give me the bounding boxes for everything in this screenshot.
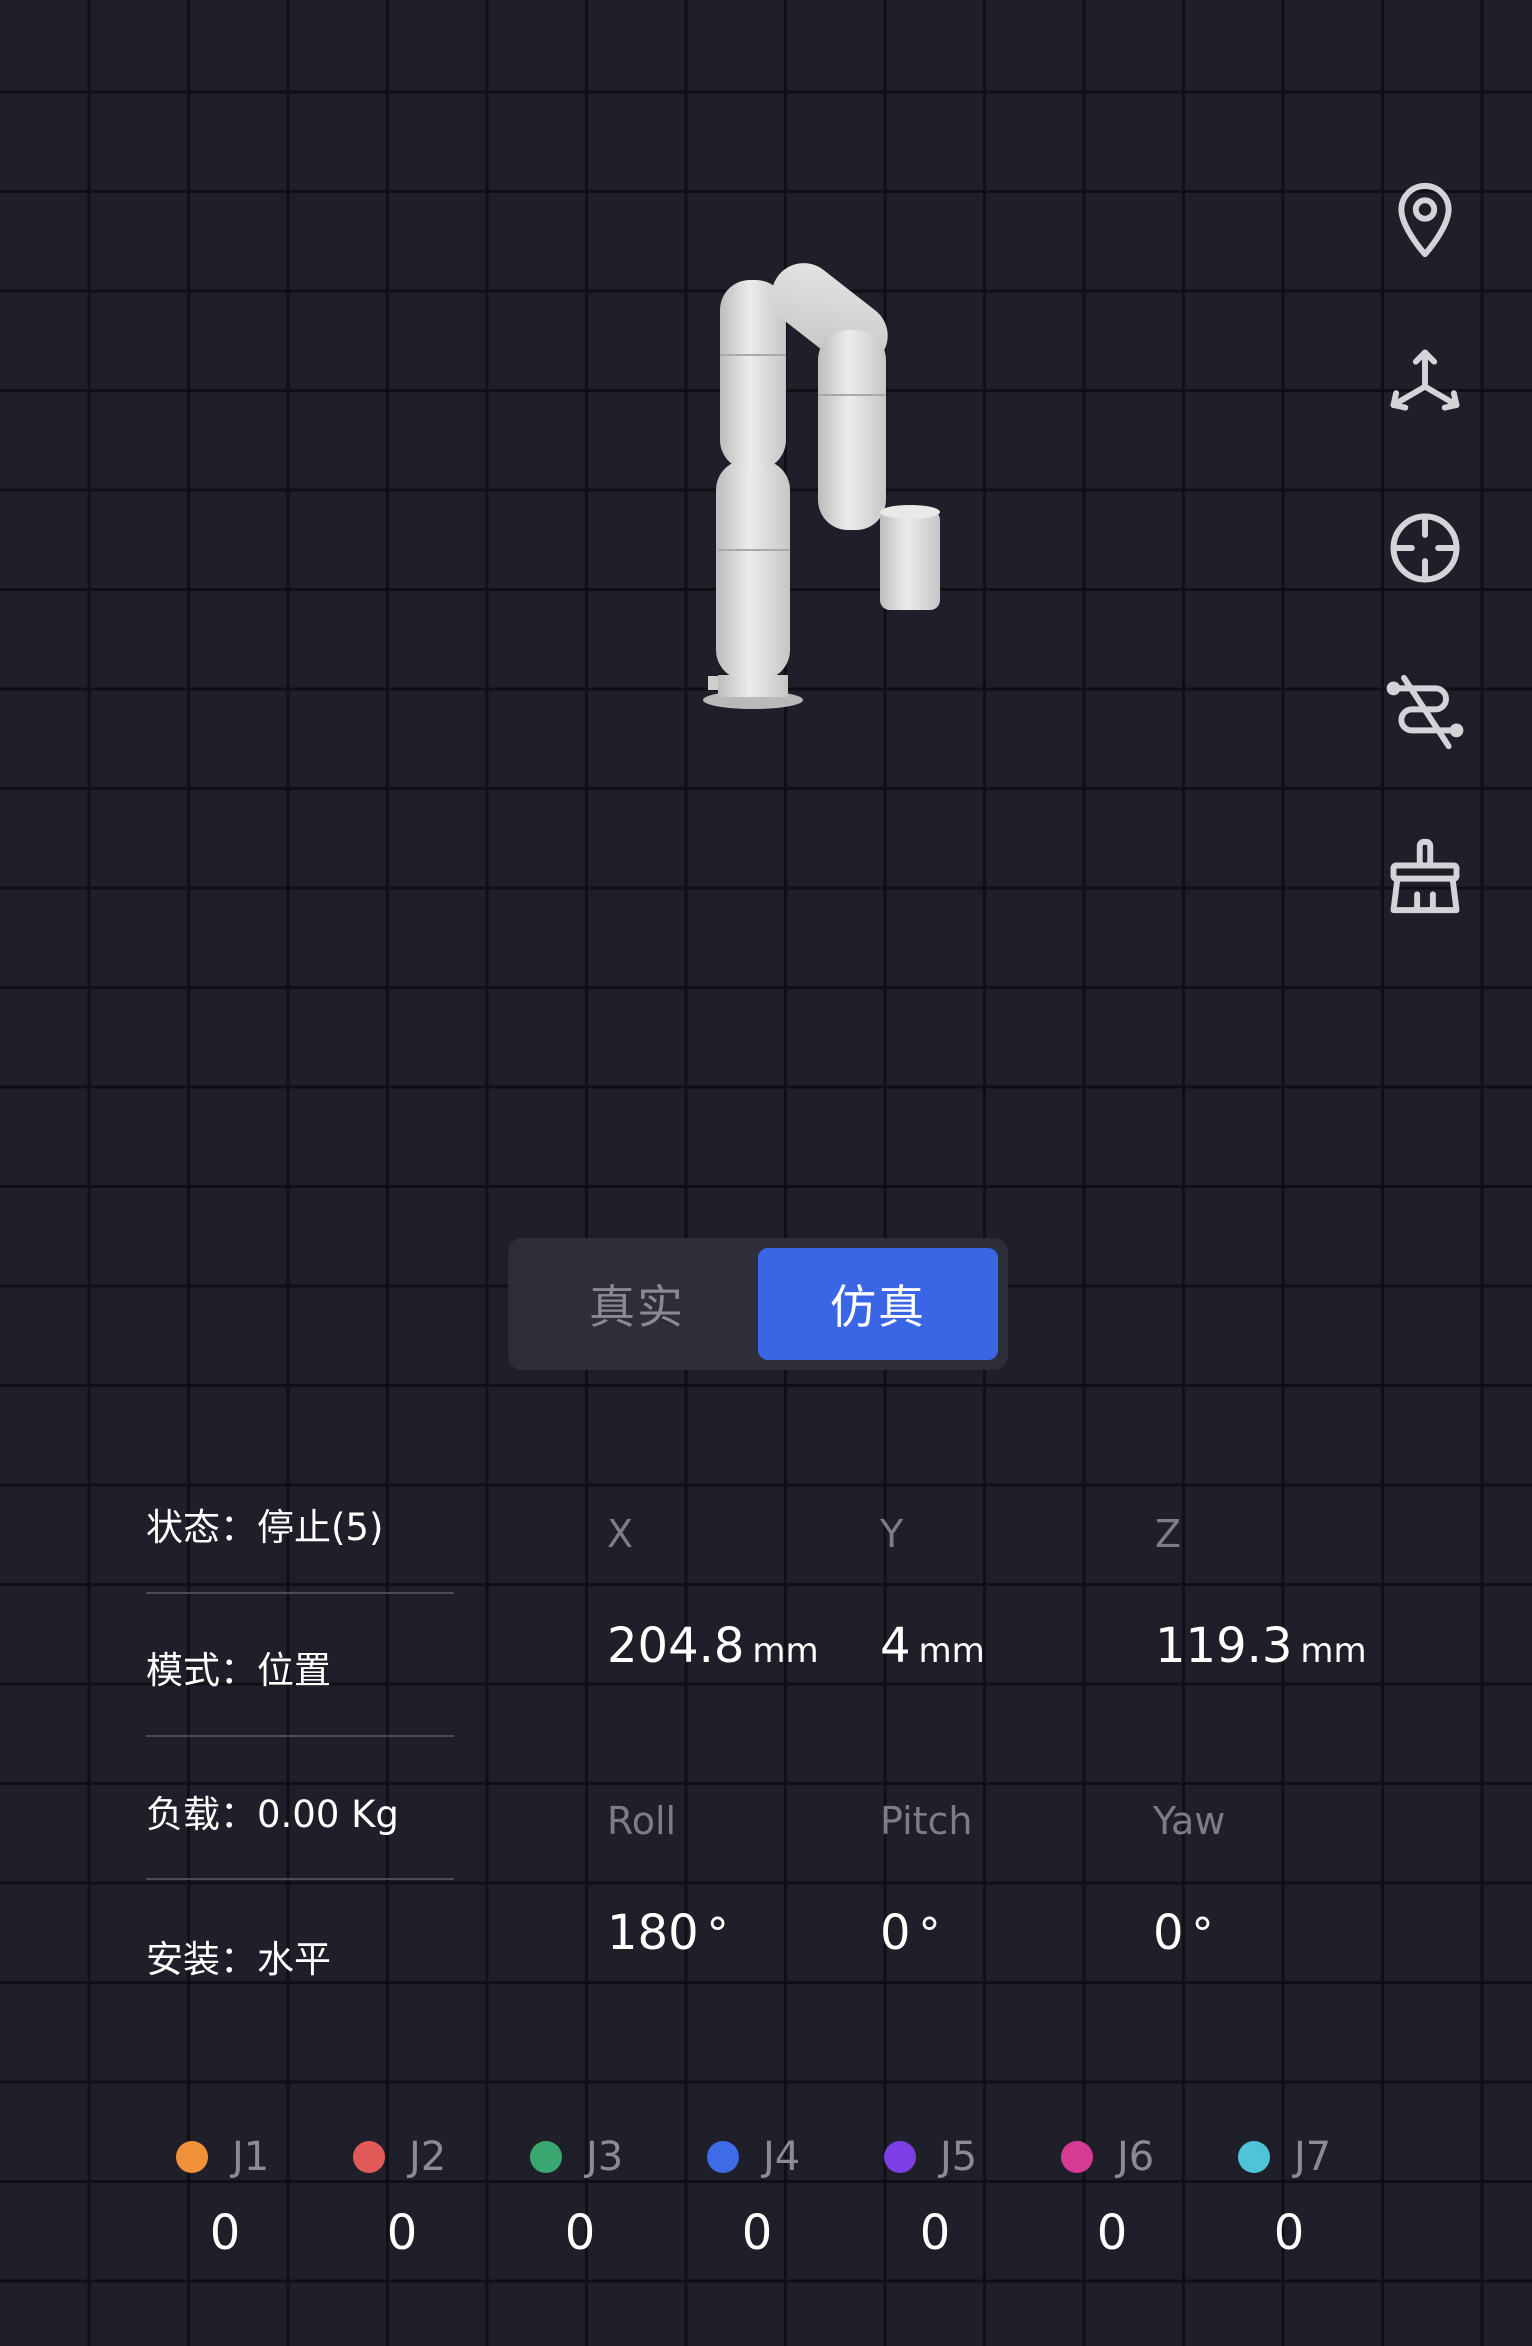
joint-name: J2	[409, 2134, 447, 2180]
roll-value: 180 °	[607, 1905, 729, 1961]
z-value: 119.3 mm	[1155, 1618, 1367, 1674]
pitch-label: Pitch	[880, 1799, 973, 1843]
joint-label-j7: J7	[1238, 2134, 1331, 2180]
roll-unit: °	[706, 1909, 729, 1960]
joint-value-j4: 0	[741, 2205, 773, 2261]
pitch-value: 0 °	[880, 1905, 941, 1961]
pitch-unit: °	[918, 1909, 941, 1960]
joint-value-j3: 0	[564, 2205, 596, 2261]
joint-name: J4	[763, 2134, 801, 2180]
z-unit: mm	[1300, 1631, 1367, 1671]
yaw-unit: °	[1191, 1909, 1214, 1960]
location-pin-icon[interactable]	[1375, 170, 1475, 270]
path-disable-icon[interactable]	[1375, 662, 1475, 762]
z-number: 119.3	[1155, 1618, 1293, 1674]
y-label: Y	[880, 1512, 904, 1556]
joint-value-j1: 0	[209, 2205, 241, 2261]
x-number: 204.8	[607, 1618, 745, 1674]
joint-label-j2: J2	[353, 2134, 446, 2180]
joint-name: J7	[1294, 2134, 1332, 2180]
z-label: Z	[1155, 1512, 1182, 1556]
joint-color-dot	[176, 2141, 208, 2173]
x-value: 204.8 mm	[607, 1618, 819, 1674]
joint-label-j3: J3	[530, 2134, 623, 2180]
joint-name: J1	[232, 2134, 270, 2180]
joint-value-j6: 0	[1096, 2205, 1128, 2261]
joint-label-j1: J1	[176, 2134, 269, 2180]
sim-mode-button[interactable]: 仿真	[758, 1248, 998, 1360]
divider	[146, 1592, 454, 1594]
roll-number: 180	[607, 1905, 699, 1961]
brush-clear-icon[interactable]	[1375, 826, 1475, 926]
joint-label-j6: J6	[1061, 2134, 1154, 2180]
joint-color-dot	[530, 2141, 562, 2173]
joint-name: J5	[940, 2134, 978, 2180]
status-mode: 模式：位置	[146, 1649, 331, 1692]
joint-label-j4: J4	[707, 2134, 800, 2180]
pitch-number: 0	[880, 1905, 911, 1961]
x-label: X	[607, 1512, 634, 1556]
crosshair-icon[interactable]	[1375, 498, 1475, 598]
status-mount: 安装：水平	[146, 1938, 331, 1981]
status-payload: 负载：0.00 Kg	[146, 1793, 399, 1836]
y-unit: mm	[918, 1631, 985, 1671]
y-number: 4	[880, 1618, 911, 1674]
joint-value-j5: 0	[919, 2205, 951, 2261]
joint-name: J3	[586, 2134, 624, 2180]
joint-label-j5: J5	[884, 2134, 977, 2180]
yaw-number: 0	[1153, 1905, 1184, 1961]
status-state: 状态：停止(5)	[146, 1506, 384, 1549]
joint-color-dot	[353, 2141, 385, 2173]
yaw-value: 0 °	[1153, 1905, 1214, 1961]
divider	[146, 1878, 454, 1880]
real-mode-button[interactable]: 真实	[518, 1248, 756, 1360]
yaw-label: Yaw	[1153, 1799, 1226, 1843]
joint-name: J6	[1117, 2134, 1155, 2180]
joint-color-dot	[707, 2141, 739, 2173]
divider	[146, 1735, 454, 1737]
real-sim-toggle: 真实 仿真	[508, 1238, 1008, 1370]
axes-3d-icon[interactable]	[1375, 334, 1475, 434]
joint-value-j2: 0	[386, 2205, 418, 2261]
y-value: 4 mm	[880, 1618, 985, 1674]
x-unit: mm	[752, 1631, 819, 1671]
robot-arm-model[interactable]	[690, 220, 960, 720]
joint-color-dot	[884, 2141, 916, 2173]
roll-label: Roll	[607, 1799, 677, 1843]
joint-color-dot	[1238, 2141, 1270, 2173]
joint-value-j7: 0	[1273, 2205, 1305, 2261]
joint-color-dot	[1061, 2141, 1093, 2173]
